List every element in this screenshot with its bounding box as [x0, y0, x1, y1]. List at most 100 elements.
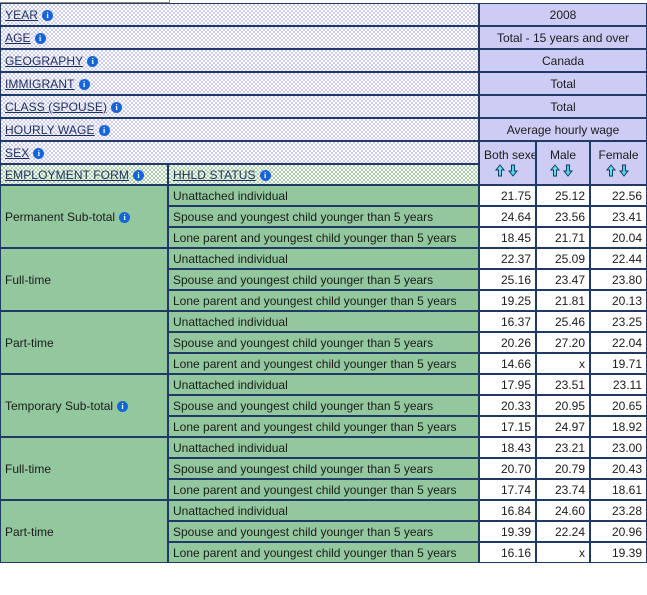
value-female: 19.71 — [590, 353, 647, 374]
value-male: 20.95 — [536, 395, 591, 416]
hhld-status-label: Lone parent and youngest child younger t… — [168, 542, 480, 563]
value-male: 21.81 — [536, 290, 591, 311]
value-male: 23.74 — [536, 479, 591, 500]
value-female: 22.04 — [590, 332, 647, 353]
value-both-sexes: 17.15 — [479, 416, 537, 437]
hhld-status-label: Lone parent and youngest child younger t… — [168, 290, 480, 311]
value-male: 21.71 — [536, 227, 591, 248]
value-female: 19.39 — [590, 542, 647, 563]
info-icon[interactable]: i — [119, 211, 131, 223]
info-icon[interactable]: i — [34, 32, 46, 44]
dimension-link[interactable]: YEAR — [5, 8, 38, 22]
hhld-status-label: Spouse and youngest child younger than 5… — [168, 521, 480, 542]
employment-form-group-label: Permanent Sub-total i — [0, 185, 168, 248]
sort-control[interactable] — [541, 164, 585, 179]
hhld-status-label: Unattached individual — [168, 185, 480, 206]
info-icon[interactable]: i — [87, 55, 99, 67]
employment-form-group-label: Full-time — [0, 437, 168, 500]
value-male: 25.12 — [536, 185, 591, 206]
value-both-sexes: 20.70 — [479, 458, 537, 479]
hhld-status-label: Spouse and youngest child younger than 5… — [168, 206, 480, 227]
dimension-value: Total — [479, 72, 647, 95]
value-both-sexes: 16.16 — [479, 542, 537, 563]
value-both-sexes: 20.26 — [479, 332, 537, 353]
table-row: Temporary Sub-total i Unattached individua… — [0, 374, 647, 437]
dimension-value: Total - 15 years and over — [479, 26, 647, 49]
employment-form-group-label: Full-time — [0, 248, 168, 311]
value-both-sexes: 24.64 — [479, 206, 537, 227]
value-male: 27.20 — [536, 332, 591, 353]
pivot-table: YEAR i 2008 AGE i Total - 15 years and over GE… — [0, 3, 647, 563]
info-icon[interactable]: i — [33, 147, 45, 159]
value-female: 23.25 — [590, 311, 647, 332]
sort-control[interactable] — [484, 164, 531, 179]
sex-column-label: Female — [598, 147, 639, 162]
value-both-sexes: 18.43 — [479, 437, 537, 458]
dimension-link[interactable]: IMMIGRANT — [5, 77, 75, 91]
sort-arrows-icon[interactable] — [604, 164, 634, 178]
sex-column-label: Both sexes — [484, 147, 535, 162]
hhld-status-label: Spouse and youngest child younger than 5… — [168, 332, 480, 353]
dimension-label-cell[interactable]: HOURLY WAGE i — [0, 118, 480, 141]
value-male: 24.60 — [536, 500, 591, 521]
sort-control[interactable] — [595, 164, 642, 179]
value-both-sexes: 21.75 — [479, 185, 537, 206]
value-female: 20.96 — [590, 521, 647, 542]
hhld-status-label: Lone parent and youngest child younger t… — [168, 227, 480, 248]
dimension-label-cell[interactable]: GEOGRAPHY i — [0, 49, 480, 72]
dimension-value: 2008 — [479, 3, 647, 26]
row-header-employment-form[interactable]: EMPLOYMENT FORM i — [0, 164, 168, 185]
value-both-sexes: 25.16 — [479, 269, 537, 290]
dimension-link[interactable]: SEX — [5, 146, 29, 160]
dimension-label-cell[interactable]: IMMIGRANT i — [0, 72, 480, 95]
sex-column-header[interactable]: Both sexes — [479, 141, 537, 185]
dimension-label-cell[interactable]: AGE i — [0, 26, 480, 49]
row-header-hhld-status[interactable]: HHLD STATUS i — [168, 164, 480, 185]
hhld-status-label: Spouse and youngest child younger than 5… — [168, 269, 480, 290]
info-icon[interactable]: i — [111, 101, 123, 113]
value-male: 23.56 — [536, 206, 591, 227]
table-row: Full-time Unattached individual 18.43 23.21… — [0, 437, 647, 500]
dimension-link[interactable]: CLASS (SPOUSE) — [5, 100, 107, 114]
hhld-status-label: Lone parent and youngest child younger t… — [168, 353, 480, 374]
sex-column-header[interactable]: Male — [536, 141, 591, 185]
sex-column-header[interactable]: Female — [590, 141, 647, 185]
value-female: 22.56 — [590, 185, 647, 206]
dimension-link[interactable]: HOURLY WAGE — [5, 123, 95, 137]
value-female: 20.43 — [590, 458, 647, 479]
dimension-label-cell[interactable]: YEAR i — [0, 3, 480, 26]
dimension-link[interactable]: GEOGRAPHY — [5, 54, 83, 68]
value-female: 23.80 — [590, 269, 647, 290]
row-header-link[interactable]: HHLD STATUS — [173, 168, 256, 182]
value-female: 20.65 — [590, 395, 647, 416]
dimension-label-cell[interactable]: CLASS (SPOUSE) i — [0, 95, 480, 118]
info-icon[interactable]: i — [117, 400, 129, 412]
value-both-sexes: 16.37 — [479, 311, 537, 332]
info-icon[interactable]: i — [42, 9, 54, 21]
sort-arrows-icon[interactable] — [548, 164, 578, 178]
row-header-link[interactable]: EMPLOYMENT FORM — [5, 168, 129, 182]
dimension-link[interactable]: AGE — [5, 31, 31, 45]
value-both-sexes: 19.39 — [479, 521, 537, 542]
table-row: Permanent Sub-total i Unattached individua… — [0, 185, 647, 248]
employment-form-group-label: Part-time — [0, 500, 168, 563]
dimension-label-cell[interactable]: SEX i — [0, 141, 480, 164]
employment-form-group-label: Temporary Sub-total i — [0, 374, 168, 437]
value-both-sexes: 16.84 — [479, 500, 537, 521]
value-both-sexes: 18.45 — [479, 227, 537, 248]
hhld-status-label: Unattached individual — [168, 248, 480, 269]
value-female: 23.41 — [590, 206, 647, 227]
hhld-status-label: Spouse and youngest child younger than 5… — [168, 458, 480, 479]
info-icon[interactable]: i — [98, 124, 110, 136]
sort-arrows-icon[interactable] — [493, 164, 523, 178]
info-icon[interactable]: i — [132, 169, 144, 181]
pivot-table-body: YEAR i 2008 AGE i Total - 15 years and over GE… — [0, 3, 647, 563]
info-icon[interactable]: i — [259, 169, 271, 181]
value-both-sexes: 17.95 — [479, 374, 537, 395]
value-female: 22.44 — [590, 248, 647, 269]
hhld-status-label: Unattached individual — [168, 374, 480, 395]
dimension-row: HOURLY WAGE i Average hourly wage — [0, 118, 647, 141]
value-both-sexes: 14.66 — [479, 353, 537, 374]
info-icon[interactable]: i — [78, 78, 90, 90]
value-female: 23.11 — [590, 374, 647, 395]
